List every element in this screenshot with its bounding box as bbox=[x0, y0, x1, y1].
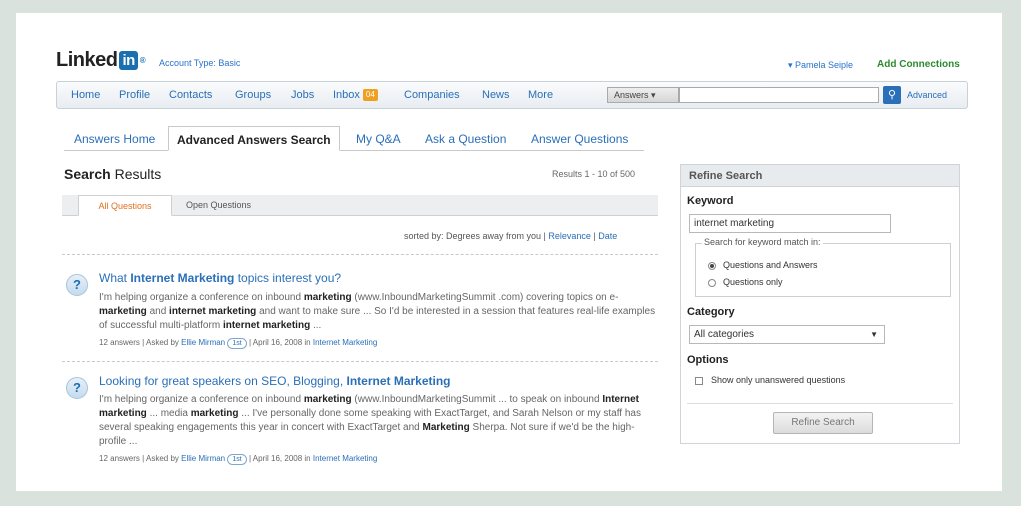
question-title-post: topics interest you? bbox=[234, 271, 342, 285]
tab-advanced-answers-search[interactable]: Advanced Answers Search bbox=[168, 126, 340, 151]
degree-badge: 1st bbox=[227, 454, 247, 465]
meta-suffix: | April 16, 2008 in bbox=[246, 338, 313, 347]
question-icon: ? bbox=[66, 377, 88, 399]
sort-relevance-link[interactable]: Relevance bbox=[548, 231, 591, 241]
trademark-icon: ® bbox=[139, 56, 146, 65]
nav-groups[interactable]: Groups bbox=[235, 89, 271, 101]
question-filter-tabs: All Questions Open Questions bbox=[62, 195, 658, 216]
advanced-search-link[interactable]: Advanced bbox=[907, 90, 947, 100]
sort-date-link[interactable]: Date bbox=[598, 231, 617, 241]
inbox-count-badge: 04 bbox=[362, 89, 378, 101]
results-count: Results 1 - 10 of 500 bbox=[552, 169, 636, 179]
nav-home[interactable]: Home bbox=[71, 89, 100, 101]
tab-answers-home[interactable]: Answers Home bbox=[74, 126, 155, 151]
subtab-open-questions[interactable]: Open Questions bbox=[186, 195, 251, 216]
question-title[interactable]: Looking for great speakers on SEO, Blogg… bbox=[99, 374, 451, 388]
radio-label: Questions and Answers bbox=[723, 260, 818, 270]
category-link[interactable]: Internet Marketing bbox=[313, 454, 377, 463]
subtab-all-questions[interactable]: All Questions bbox=[78, 195, 172, 216]
options-label: Options bbox=[687, 354, 729, 366]
keyword-match-legend: Search for keyword match in: bbox=[702, 237, 823, 247]
screenshot-frame: Linked in ® Account Type: Basic ▾ Pamela… bbox=[16, 13, 1002, 491]
unanswered-checkbox[interactable] bbox=[695, 377, 703, 385]
tab-answer-questions[interactable]: Answer Questions bbox=[531, 126, 628, 151]
chevron-down-icon: ▼ bbox=[870, 330, 878, 339]
search-scope-select[interactable]: Answers ▾ bbox=[607, 87, 679, 103]
account-type[interactable]: Account Type: Basic bbox=[159, 58, 240, 68]
category-label: Category bbox=[687, 306, 735, 318]
keyword-match-group: Search for keyword match in: Questions a… bbox=[695, 237, 951, 297]
unanswered-checkbox-label: Show only unanswered questions bbox=[711, 375, 846, 385]
divider bbox=[62, 254, 658, 255]
tab-ask-question[interactable]: Ask a Question bbox=[425, 126, 506, 151]
search-input[interactable] bbox=[679, 87, 879, 103]
tab-my-qa[interactable]: My Q&A bbox=[356, 126, 401, 151]
question-meta: 12 answers | Asked by Ellie Mirman 1st |… bbox=[99, 454, 377, 465]
degree-badge: 1st bbox=[227, 338, 247, 349]
question-title[interactable]: What Internet Marketing topics interest … bbox=[99, 271, 341, 285]
results-title-rest: Results bbox=[110, 166, 162, 182]
question-icon: ? bbox=[66, 274, 88, 296]
nav-profile[interactable]: Profile bbox=[119, 89, 150, 101]
question-title-pre: What bbox=[99, 271, 131, 285]
meta-suffix: | April 16, 2008 in bbox=[246, 454, 313, 463]
nav-inbox[interactable]: Inbox 04 bbox=[333, 89, 378, 101]
radio-label: Questions only bbox=[723, 277, 783, 287]
user-menu[interactable]: ▾ Pamela Seiple bbox=[788, 60, 853, 71]
nav-jobs[interactable]: Jobs bbox=[291, 89, 314, 101]
linkedin-logo[interactable]: Linked in ® bbox=[56, 49, 146, 72]
question-meta: 12 answers | Asked by Ellie Mirman 1st |… bbox=[99, 338, 377, 349]
radio-questions-only[interactable] bbox=[708, 279, 716, 287]
category-select[interactable]: All categories ▼ bbox=[689, 325, 885, 344]
nav-more[interactable]: More bbox=[528, 89, 553, 101]
radio-questions-and-answers[interactable] bbox=[708, 262, 716, 270]
results-title-bold: Search bbox=[64, 166, 111, 182]
question-snippet: I'm helping organize a conference on inb… bbox=[99, 292, 656, 331]
results-title: Search Results bbox=[64, 166, 161, 182]
category-select-value: All categories bbox=[694, 329, 755, 340]
divider bbox=[62, 361, 658, 362]
author-link[interactable]: Ellie Mirman bbox=[181, 338, 225, 347]
question-title-bold: Internet Marketing bbox=[130, 271, 235, 285]
category-link[interactable]: Internet Marketing bbox=[313, 338, 377, 347]
meta-prefix: 12 answers | Asked by bbox=[99, 454, 182, 463]
sort-controls: sorted by: Degrees away from you | Relev… bbox=[404, 231, 617, 241]
nav-companies[interactable]: Companies bbox=[404, 89, 460, 101]
sort-label: sorted by: Degrees away from you | bbox=[404, 231, 549, 241]
add-connections-link[interactable]: Add Connections bbox=[877, 59, 960, 70]
question-title-bold: Internet Marketing bbox=[346, 374, 451, 388]
nav-contacts[interactable]: Contacts bbox=[169, 89, 212, 101]
nav-news[interactable]: News bbox=[482, 89, 510, 101]
keyword-input[interactable]: internet marketing bbox=[689, 214, 891, 233]
nav-inbox-label: Inbox bbox=[333, 89, 360, 101]
meta-prefix: 12 answers | Asked by bbox=[99, 338, 182, 347]
answers-tabs: Answers Home Advanced Answers Search My … bbox=[64, 126, 664, 151]
panel-divider bbox=[687, 403, 953, 404]
refine-search-button[interactable]: Refine Search bbox=[773, 412, 873, 434]
main-nav: Home Profile Contacts Groups Jobs Inbox 0… bbox=[56, 81, 968, 109]
logo-in-icon: in bbox=[119, 51, 138, 70]
refine-search-panel: Refine Search Keyword internet marketing… bbox=[680, 164, 960, 444]
question-title-pre: Looking for great speakers on SEO, Blogg… bbox=[99, 374, 347, 388]
search-icon[interactable]: ⚲ bbox=[883, 86, 901, 104]
refine-search-header: Refine Search bbox=[681, 165, 959, 187]
question-snippet: I'm helping organize a conference on inb… bbox=[99, 394, 641, 447]
keyword-label: Keyword bbox=[687, 195, 734, 207]
logo-text: Linked bbox=[56, 49, 118, 71]
author-link[interactable]: Ellie Mirman bbox=[181, 454, 225, 463]
